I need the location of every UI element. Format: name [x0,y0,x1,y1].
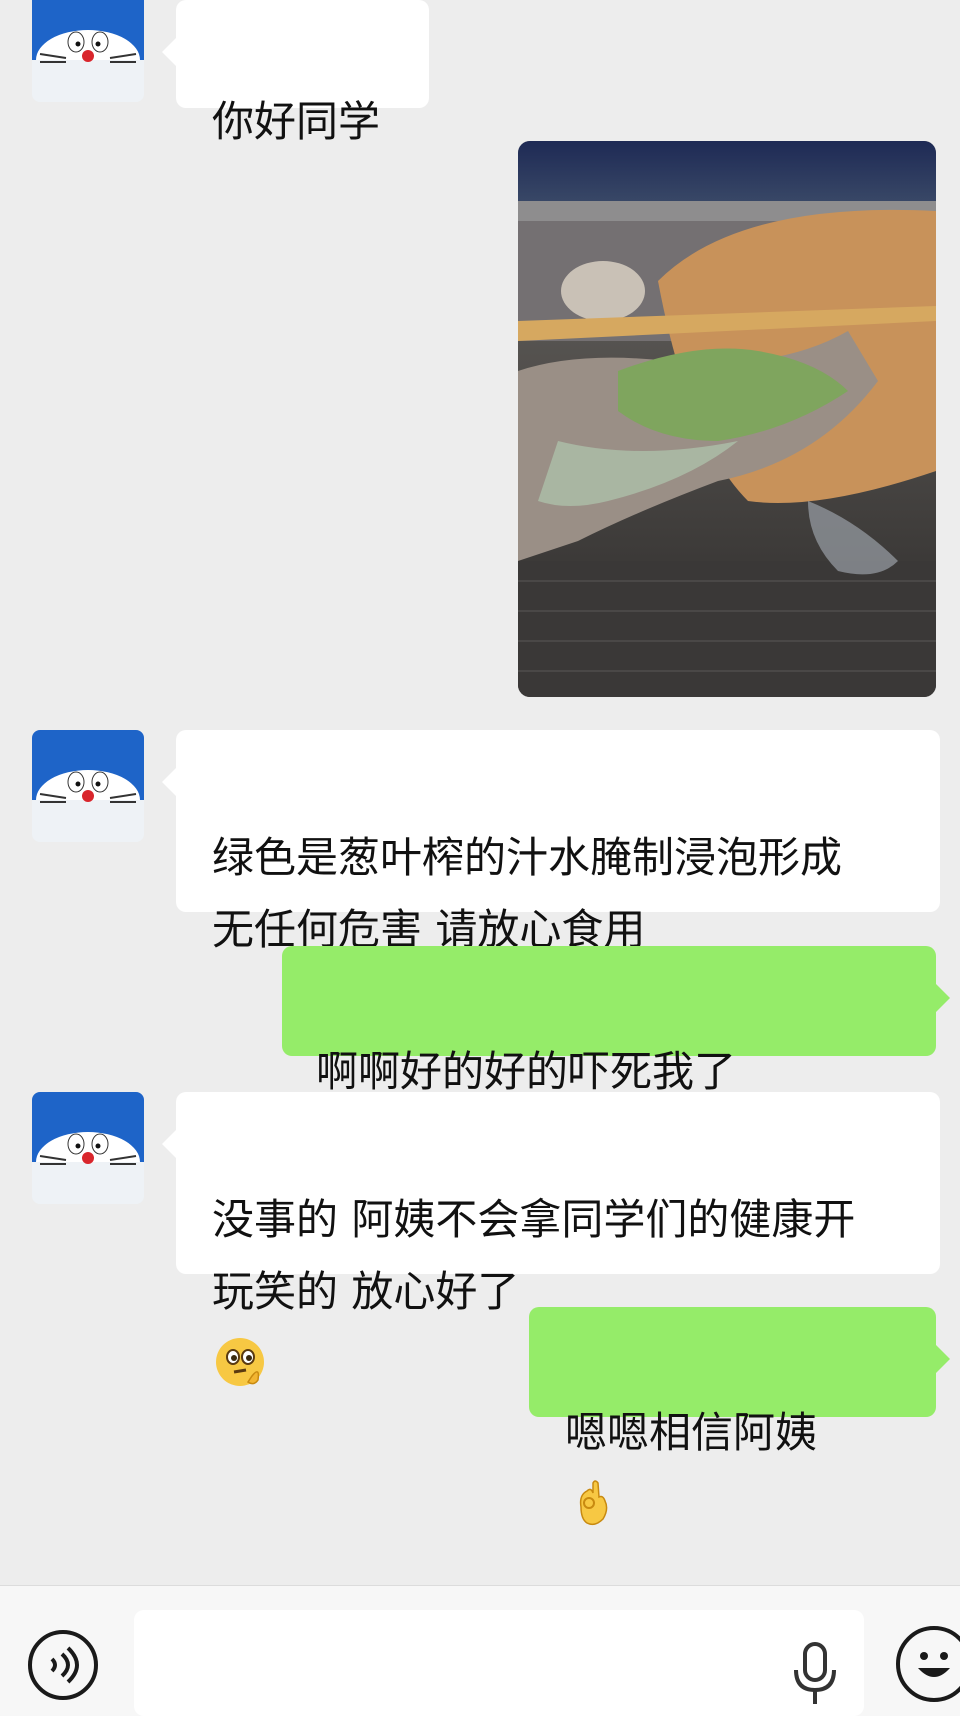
food-photo [518,141,936,697]
ok-hand-emoji [579,1480,608,1526]
emoji-icon[interactable] [896,1626,960,1702]
incoming-message-bubble[interactable]: 你好同学 [162,0,429,146]
incoming-message-bubble[interactable]: 没事的 阿姨不会拿同学们的健康开 玩笑的 放心好了 [162,1092,940,1386]
food-photo-message[interactable] [518,141,936,697]
thinking-face-emoji [216,1338,264,1386]
outgoing-message-bubble[interactable]: 啊啊好的好的吓死我了 [282,946,950,1238]
message-text: 你好同学 [212,97,381,146]
message-text: 嗯嗯相信阿姨 [565,1408,818,1457]
message-text: 啊啊好的好的吓死我了 [316,1047,737,1096]
contact-avatar[interactable] [32,730,144,842]
incoming-message-bubble[interactable]: 绿色是葱叶榨的汁水腌制浸泡形成 无任何危害 请放心食用 [162,730,940,954]
contact-avatar[interactable] [32,1092,144,1204]
chat-input-bar [0,1585,960,1716]
message-input[interactable] [154,1630,718,1692]
microphone-icon[interactable] [790,1642,840,1708]
outgoing-message-bubble[interactable]: 嗯嗯相信阿姨 [529,1307,950,1526]
message-text: 没事的 阿姨不会拿同学们的健康开 玩笑的 放心好了 [212,1195,856,1316]
message-input-box[interactable] [134,1610,864,1716]
contact-avatar[interactable] [32,0,144,102]
voice-icon[interactable] [28,1630,98,1700]
message-text: 绿色是葱叶榨的汁水腌制浸泡形成 无任何危害 请放心食用 [212,833,843,954]
chat-area: 你好同学 绿色是葱叶榨的汁水腌制浸泡形成 无任何危害 请放心食用 啊啊好的好的吓… [0,0,960,1585]
